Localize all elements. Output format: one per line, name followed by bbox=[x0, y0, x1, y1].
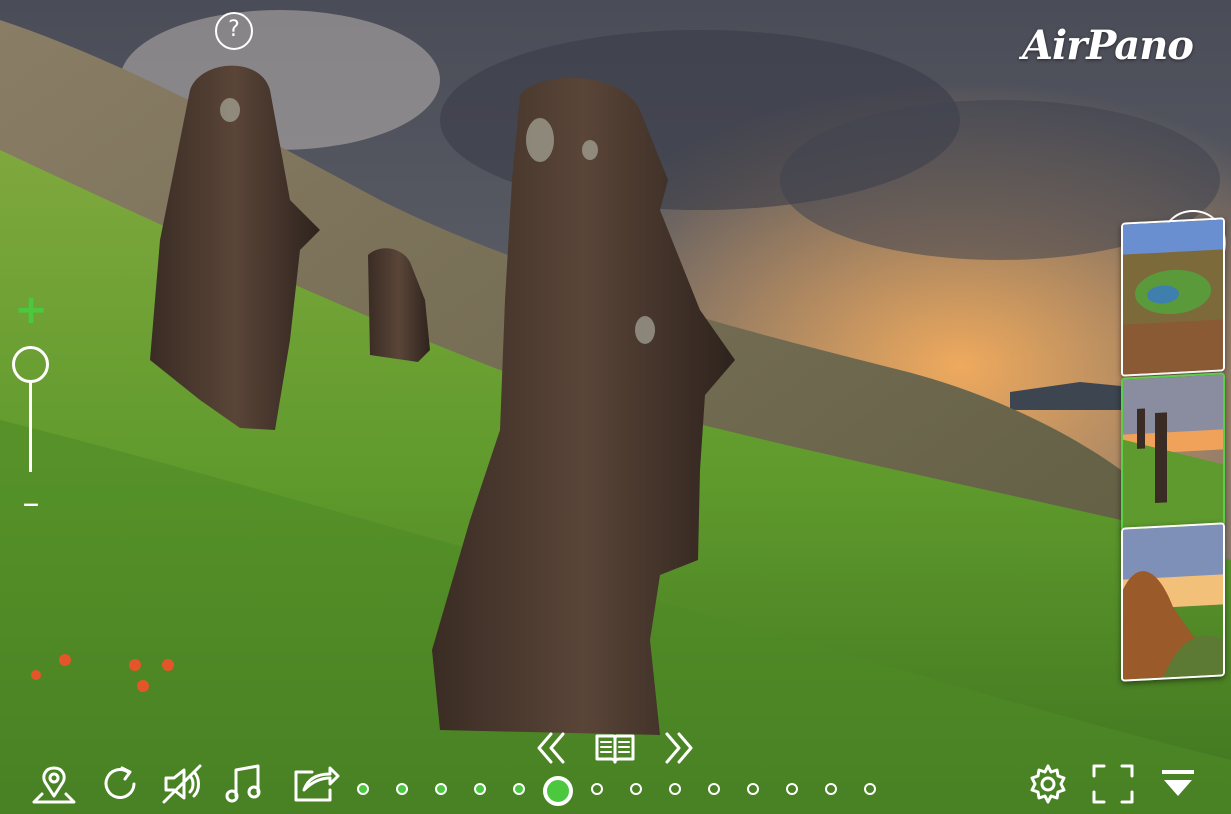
pager-dot[interactable] bbox=[786, 783, 798, 795]
pager-dot[interactable] bbox=[435, 783, 447, 795]
zoom-out-label: – bbox=[22, 483, 40, 523]
pager-dot[interactable] bbox=[396, 783, 408, 795]
help-button[interactable]: ? bbox=[215, 12, 253, 50]
pager-dot[interactable] bbox=[825, 783, 837, 795]
pager-dot[interactable] bbox=[591, 783, 603, 795]
settings-icon[interactable] bbox=[1026, 762, 1070, 806]
pager-dot[interactable] bbox=[474, 783, 486, 795]
collapse-icon[interactable] bbox=[1158, 764, 1198, 804]
cliff-sunset-thumbnail[interactable] bbox=[1121, 522, 1225, 682]
pager-dot[interactable] bbox=[708, 783, 720, 795]
pager-dot[interactable] bbox=[669, 783, 681, 795]
previous-icon[interactable] bbox=[533, 728, 567, 768]
pager-dot-current[interactable] bbox=[543, 776, 573, 806]
pager-dot[interactable] bbox=[357, 783, 369, 795]
pager-dot[interactable] bbox=[513, 783, 525, 795]
crater-lake-thumbnail[interactable] bbox=[1121, 217, 1225, 377]
share-icon[interactable] bbox=[290, 760, 340, 806]
zoom-in-button[interactable]: + bbox=[13, 290, 49, 330]
zoom-in-label: + bbox=[14, 287, 48, 333]
zoom-slider-track[interactable] bbox=[29, 380, 32, 472]
airpano-logo[interactable]: AirPano bbox=[1022, 22, 1222, 82]
pager-dot[interactable] bbox=[747, 783, 759, 795]
rotate-icon[interactable] bbox=[98, 762, 142, 806]
fullscreen-icon[interactable] bbox=[1090, 762, 1136, 806]
panorama-view[interactable] bbox=[0, 0, 1231, 814]
book-icon[interactable] bbox=[593, 728, 637, 768]
zoom-slider-handle[interactable] bbox=[12, 346, 49, 383]
pager-dot[interactable] bbox=[864, 783, 876, 795]
mute-icon[interactable] bbox=[160, 762, 206, 806]
next-icon[interactable] bbox=[663, 728, 697, 768]
map-pin-icon[interactable] bbox=[28, 762, 80, 806]
pager-dot[interactable] bbox=[630, 783, 642, 795]
help-label: ? bbox=[228, 17, 240, 42]
music-icon[interactable] bbox=[224, 762, 264, 806]
zoom-out-button[interactable]: – bbox=[13, 486, 49, 524]
moai-thumbnail[interactable] bbox=[1121, 372, 1225, 532]
